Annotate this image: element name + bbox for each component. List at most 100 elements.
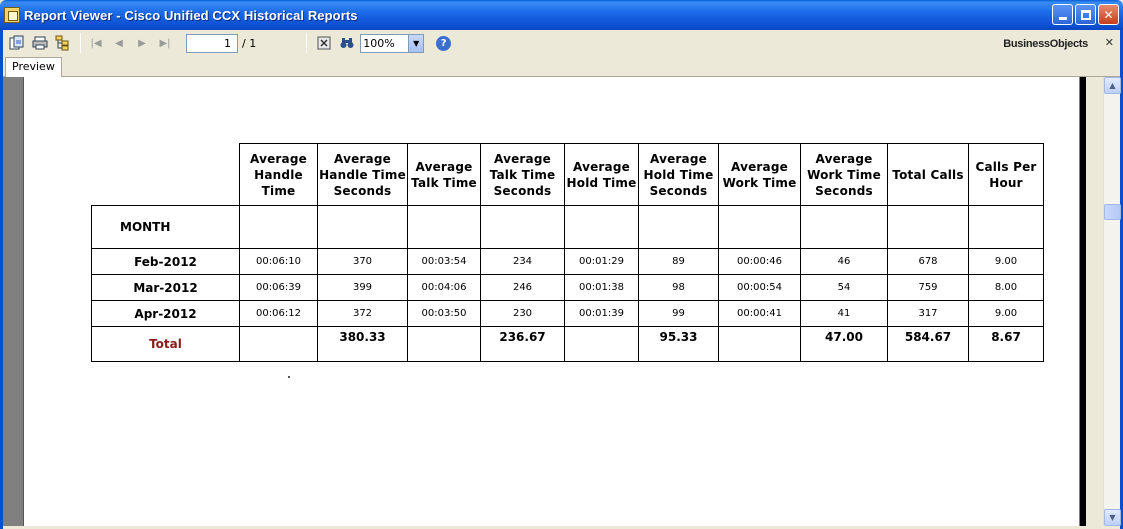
table-cell: 372	[317, 300, 408, 327]
first-page-icon[interactable]: |◀	[89, 35, 103, 51]
page-number-input[interactable]: 1	[186, 33, 238, 53]
table-cell: 00:03:54	[407, 248, 481, 275]
column-header: Total Calls	[887, 143, 969, 206]
empty-cell	[239, 205, 318, 249]
title-bar[interactable]: Report Viewer - Cisco Unified CCX Histor…	[0, 0, 1123, 30]
table-cell: 246	[480, 274, 565, 301]
table-cell: 00:00:41	[718, 300, 801, 327]
toolbar-separator	[80, 33, 81, 53]
scroll-up-button[interactable]: ▲	[1104, 77, 1121, 94]
zoom-select[interactable]: 100% ▼	[360, 33, 425, 53]
total-cell: 236.67	[480, 326, 565, 362]
column-header: Average Hold Time	[564, 143, 639, 206]
column-header: Average Work Time Seconds	[800, 143, 888, 206]
table-cell: 41	[800, 300, 888, 327]
empty-cell	[480, 205, 565, 249]
table-cell: 234	[480, 248, 565, 275]
column-header: Average Handle Time	[239, 143, 318, 206]
total-cell	[239, 326, 318, 362]
table-cell: 46	[800, 248, 888, 275]
table-cell: 399	[317, 274, 408, 301]
total-label: Total	[91, 326, 240, 362]
page-total: / 1	[242, 36, 257, 50]
close-icon: ✕	[1103, 7, 1114, 22]
report-table: Average Handle Time Average Handle Time …	[91, 143, 1044, 362]
table-cell: 678	[887, 248, 969, 275]
column-header: Average Talk Time Seconds	[480, 143, 565, 206]
maximize-button[interactable]	[1075, 4, 1096, 25]
search-icon[interactable]	[338, 34, 356, 52]
report-page: Average Handle Time Average Handle Time …	[23, 77, 1079, 526]
empty-cell	[800, 205, 888, 249]
export-icon[interactable]	[8, 34, 26, 52]
prev-page-icon[interactable]: ◀	[112, 35, 126, 51]
table-cell: 00:03:50	[407, 300, 481, 327]
table-cell: 00:06:12	[239, 300, 318, 327]
report-area: Average Handle Time Average Handle Time …	[3, 77, 1102, 526]
row-month: Feb-2012	[91, 248, 240, 275]
chevron-down-icon: ▼	[1109, 513, 1116, 522]
stop-icon[interactable]	[315, 34, 333, 52]
table-cell: 759	[887, 274, 969, 301]
table-cell: 00:00:46	[718, 248, 801, 275]
row-month: Mar-2012	[91, 274, 240, 301]
empty-cell	[317, 205, 408, 249]
window-title: Report Viewer - Cisco Unified CCX Histor…	[24, 7, 358, 23]
table-cell: 00:04:06	[407, 274, 481, 301]
empty-cell	[887, 205, 969, 249]
column-header: Calls Per Hour	[968, 143, 1044, 206]
column-header: Average Hold Time Seconds	[638, 143, 719, 206]
table-row: Feb-2012 00:06:10 370 00:03:54 234 00:01…	[91, 248, 1044, 275]
column-header: Average Talk Time	[407, 143, 481, 206]
empty-cell	[638, 205, 719, 249]
minimize-button[interactable]	[1052, 4, 1073, 25]
empty-cell	[718, 205, 801, 249]
close-button[interactable]: ✕	[1098, 4, 1119, 25]
group-tree-icon[interactable]	[54, 34, 72, 52]
next-page-icon[interactable]: ▶	[135, 35, 149, 51]
table-cell: 9.00	[968, 248, 1044, 275]
total-cell	[718, 326, 801, 362]
table-cell: 98	[638, 274, 719, 301]
table-cell: 00:06:39	[239, 274, 318, 301]
table-header-row: Average Handle Time Average Handle Time …	[91, 143, 1044, 206]
month-label: MONTH	[91, 205, 240, 249]
close-icon[interactable]: ✕	[1105, 36, 1114, 49]
minimize-icon	[1058, 17, 1067, 20]
empty-cell	[968, 205, 1044, 249]
help-icon[interactable]: ?	[436, 35, 452, 51]
scroll-down-button[interactable]: ▼	[1104, 509, 1121, 526]
table-cell: 370	[317, 248, 408, 275]
chevron-up-icon: ▲	[1109, 81, 1116, 90]
window-controls: ✕	[1052, 4, 1119, 25]
total-cell: 95.33	[638, 326, 719, 362]
empty-cell	[407, 205, 481, 249]
table-corner	[91, 143, 240, 206]
table-cell: 230	[480, 300, 565, 327]
print-icon[interactable]	[31, 34, 49, 52]
toolbar-separator	[306, 33, 308, 53]
toolbar: |◀ ◀ ▶ ▶| 1 / 1 100% ▼ ? BusinessObjects…	[3, 30, 1120, 56]
table-cell: 8.00	[968, 274, 1044, 301]
zoom-value: 100%	[363, 36, 395, 50]
chevron-down-icon[interactable]: ▼	[408, 34, 424, 52]
table-row: Apr-2012 00:06:12 372 00:03:50 230 00:01…	[91, 300, 1044, 327]
total-cell	[564, 326, 639, 362]
table-cell: 00:01:29	[564, 248, 639, 275]
table-cell: 9.00	[968, 300, 1044, 327]
row-month: Apr-2012	[91, 300, 240, 327]
total-cell	[407, 326, 481, 362]
tab-preview[interactable]: Preview	[5, 57, 62, 77]
table-cell: 99	[638, 300, 719, 327]
maximize-icon	[1080, 9, 1091, 20]
app-icon	[4, 7, 20, 23]
column-header: Average Work Time	[718, 143, 801, 206]
table-cell: 00:01:38	[564, 274, 639, 301]
vertical-scrollbar[interactable]: ▲ ▼	[1103, 77, 1121, 526]
table-cell: 00:00:54	[718, 274, 801, 301]
last-page-icon[interactable]: ▶|	[158, 35, 172, 51]
scroll-thumb[interactable]	[1104, 204, 1121, 220]
page-margin-right	[1086, 77, 1102, 526]
table-row: Mar-2012 00:06:39 399 00:04:06 246 00:01…	[91, 274, 1044, 301]
table-cell: 54	[800, 274, 888, 301]
